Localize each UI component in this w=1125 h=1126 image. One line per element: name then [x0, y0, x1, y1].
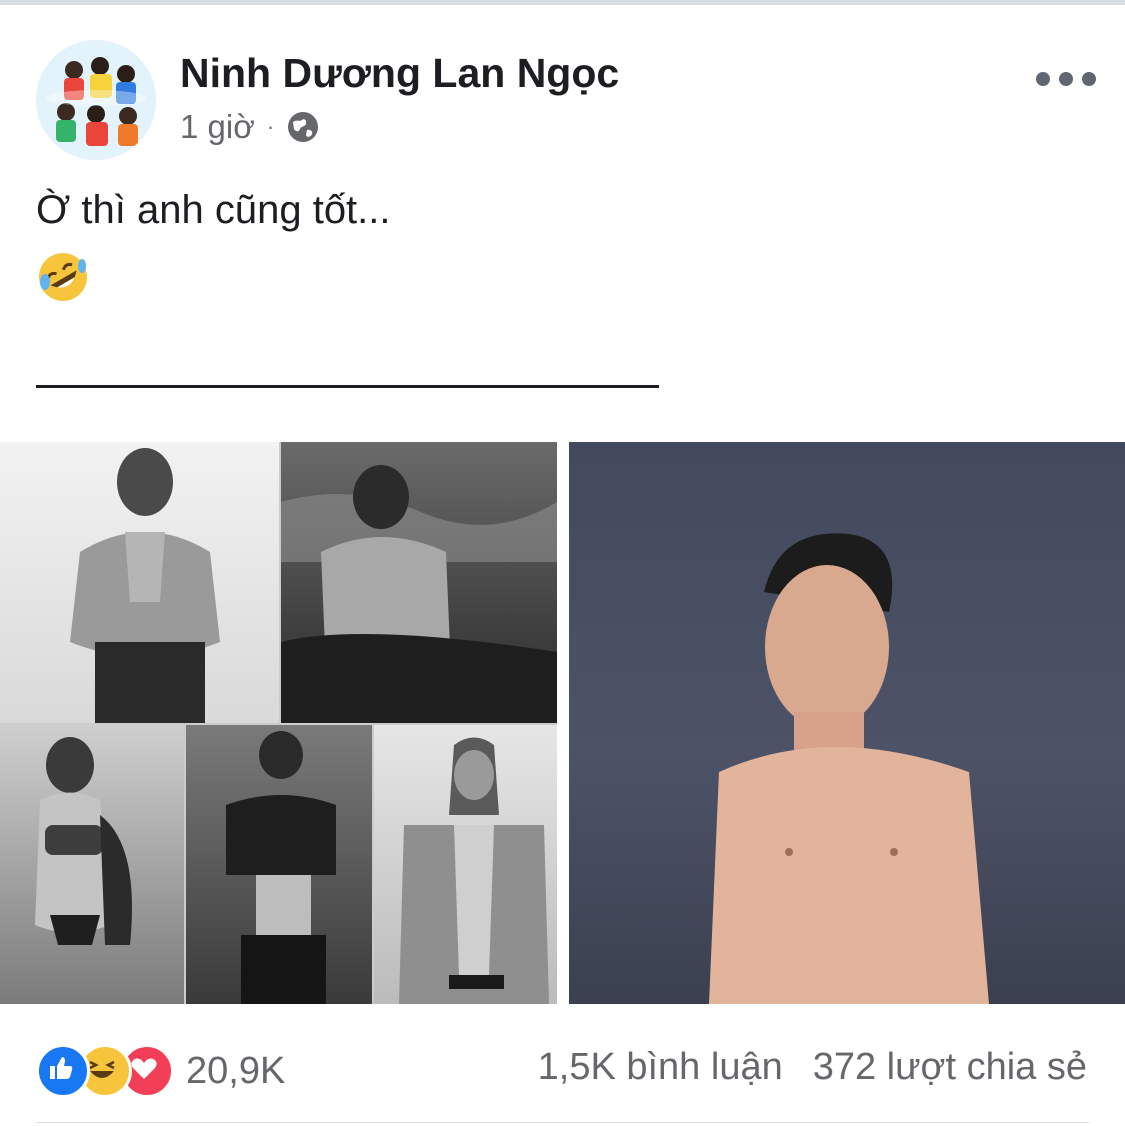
more-options-icon[interactable]	[1036, 64, 1096, 94]
post-text: Ờ thì anh cũng tốt...	[36, 188, 391, 232]
meta-separator: ·	[266, 114, 275, 139]
share-count[interactable]: 372 lượt chia sẻ	[813, 1046, 1087, 1089]
rolling-on-floor-laughing-emoji	[39, 253, 87, 301]
more-dot	[1082, 72, 1096, 86]
photo-collage-left[interactable]	[0, 442, 557, 1004]
collage-photo-3	[0, 725, 184, 1004]
more-dot	[1059, 72, 1073, 86]
collage-photo-1	[0, 442, 279, 723]
post-time[interactable]: 1 giờ	[180, 108, 255, 146]
collage-photo-4	[186, 725, 372, 1004]
footer-divider	[36, 1122, 1089, 1123]
collage-photo-5	[374, 725, 557, 1004]
text-divider	[36, 385, 659, 388]
globe-icon[interactable]	[286, 110, 320, 144]
post-meta: 1 giờ ·	[180, 108, 320, 146]
author-name[interactable]: Ninh Dương Lan Ngọc	[180, 50, 619, 97]
author-avatar[interactable]	[36, 40, 156, 160]
top-separator	[0, 0, 1125, 5]
reactions-summary[interactable]: 20,9K	[36, 1044, 285, 1098]
like-icon	[36, 1044, 90, 1098]
comment-count[interactable]: 1,5K bình luận	[538, 1046, 783, 1089]
reaction-count: 20,9K	[186, 1049, 286, 1092]
more-dot	[1036, 72, 1050, 86]
photo-right[interactable]	[569, 442, 1125, 1004]
collage-photo-2	[281, 442, 557, 723]
engagement-stats: 1,5K bình luận 372 lượt chia sẻ	[538, 1046, 1087, 1089]
